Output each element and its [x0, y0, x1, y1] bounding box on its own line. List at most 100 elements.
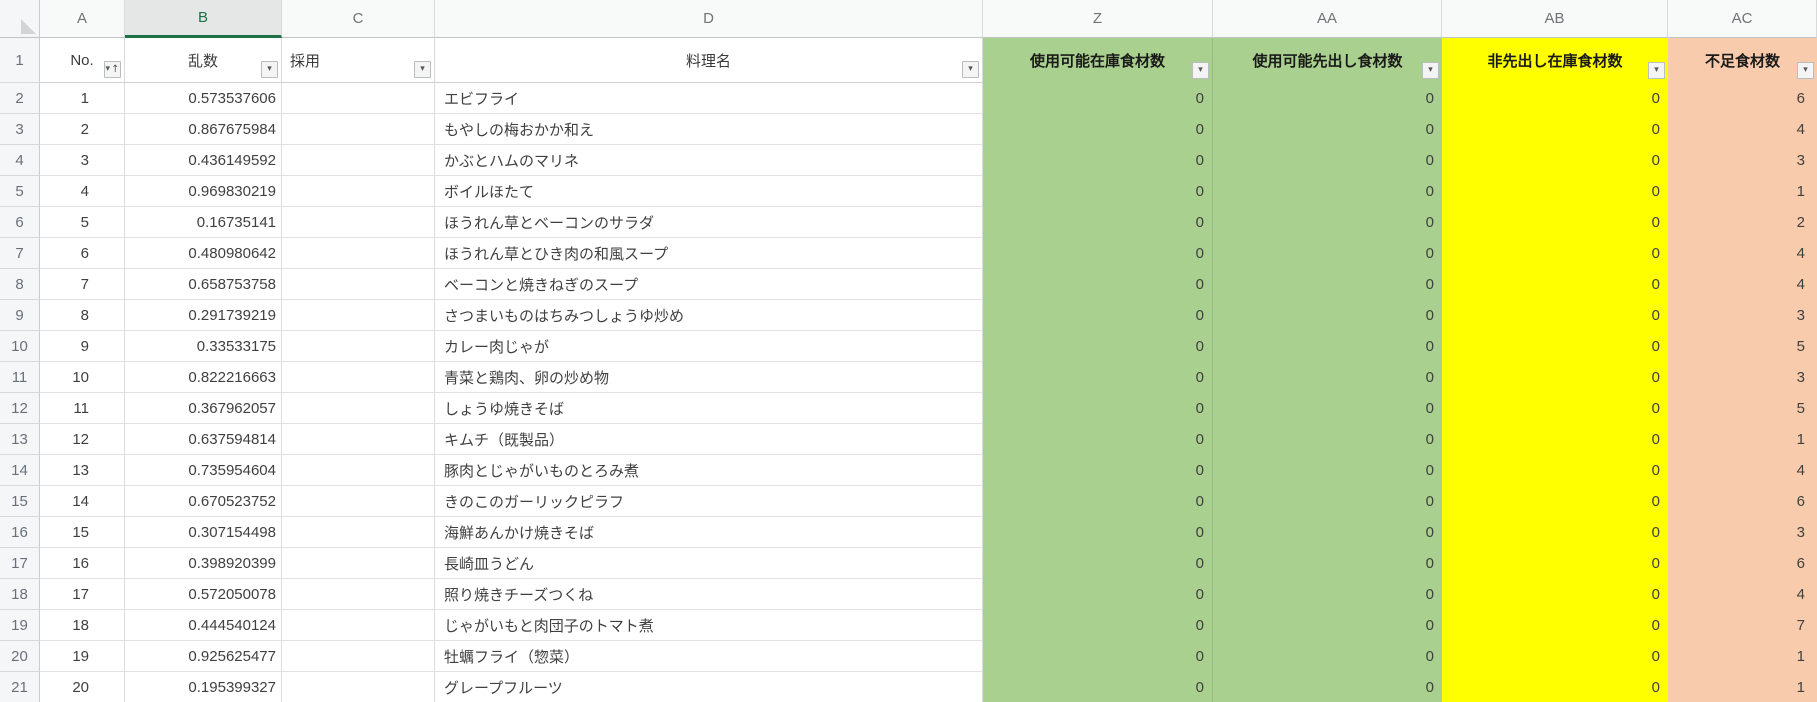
- cell-Z9[interactable]: 0: [983, 300, 1213, 331]
- cell-D19[interactable]: じゃがいもと肉団子のトマト煮: [435, 610, 983, 641]
- cell-AB5[interactable]: 0: [1442, 176, 1668, 207]
- cell-AC11[interactable]: 3: [1668, 362, 1817, 393]
- cell-AC16[interactable]: 3: [1668, 517, 1817, 548]
- cell-Z10[interactable]: 0: [983, 331, 1213, 362]
- cell-AB17[interactable]: 0: [1442, 548, 1668, 579]
- cell-A7[interactable]: 6: [40, 238, 125, 269]
- cell-D21[interactable]: グレープフルーツ: [435, 672, 983, 702]
- cell-AB9[interactable]: 0: [1442, 300, 1668, 331]
- cell-B3[interactable]: 0.867675984: [125, 114, 282, 145]
- filter-button-usable-firstout[interactable]: ▾: [1422, 62, 1439, 79]
- cell-AA17[interactable]: 0: [1213, 548, 1442, 579]
- cell-AC8[interactable]: 4: [1668, 269, 1817, 300]
- cell-AC19[interactable]: 7: [1668, 610, 1817, 641]
- row-header-10[interactable]: 10: [0, 331, 40, 362]
- cell-C21[interactable]: [282, 672, 435, 702]
- cell-C13[interactable]: [282, 424, 435, 455]
- cell-C7[interactable]: [282, 238, 435, 269]
- cell-AC20[interactable]: 1: [1668, 641, 1817, 672]
- cell-C12[interactable]: [282, 393, 435, 424]
- cell-B14[interactable]: 0.735954604: [125, 455, 282, 486]
- cell-B10[interactable]: 0.33533175: [125, 331, 282, 362]
- row-header-15[interactable]: 15: [0, 486, 40, 517]
- row-header-2[interactable]: 2: [0, 83, 40, 114]
- cell-AC18[interactable]: 4: [1668, 579, 1817, 610]
- filter-button-nonfirstout-stock[interactable]: ▾: [1648, 62, 1665, 79]
- cell-Z14[interactable]: 0: [983, 455, 1213, 486]
- cell-A6[interactable]: 5: [40, 207, 125, 238]
- cell-Z13[interactable]: 0: [983, 424, 1213, 455]
- header-cell-nonfirstout-stock[interactable]: 非先出し在庫食材数 ▾: [1442, 38, 1668, 83]
- cell-AB13[interactable]: 0: [1442, 424, 1668, 455]
- cell-Z16[interactable]: 0: [983, 517, 1213, 548]
- cell-AB8[interactable]: 0: [1442, 269, 1668, 300]
- cell-AC21[interactable]: 1: [1668, 672, 1817, 702]
- cell-D17[interactable]: 長崎皿うどん: [435, 548, 983, 579]
- cell-C4[interactable]: [282, 145, 435, 176]
- cell-AA12[interactable]: 0: [1213, 393, 1442, 424]
- row-header-6[interactable]: 6: [0, 207, 40, 238]
- cell-A15[interactable]: 14: [40, 486, 125, 517]
- cell-AB2[interactable]: 0: [1442, 83, 1668, 114]
- cell-C6[interactable]: [282, 207, 435, 238]
- cell-AB15[interactable]: 0: [1442, 486, 1668, 517]
- header-cell-dish[interactable]: 料理名 ▾: [435, 38, 983, 83]
- cell-A10[interactable]: 9: [40, 331, 125, 362]
- cell-B16[interactable]: 0.307154498: [125, 517, 282, 548]
- row-header-11[interactable]: 11: [0, 362, 40, 393]
- cell-C17[interactable]: [282, 548, 435, 579]
- cell-C8[interactable]: [282, 269, 435, 300]
- cell-A2[interactable]: 1: [40, 83, 125, 114]
- cell-A18[interactable]: 17: [40, 579, 125, 610]
- cell-C11[interactable]: [282, 362, 435, 393]
- cell-D7[interactable]: ほうれん草とひき肉の和風スープ: [435, 238, 983, 269]
- cell-Z8[interactable]: 0: [983, 269, 1213, 300]
- cell-A19[interactable]: 18: [40, 610, 125, 641]
- cell-C10[interactable]: [282, 331, 435, 362]
- column-header-C[interactable]: C: [282, 0, 435, 38]
- cell-A17[interactable]: 16: [40, 548, 125, 579]
- row-header-12[interactable]: 12: [0, 393, 40, 424]
- cell-AC13[interactable]: 1: [1668, 424, 1817, 455]
- row-header-5[interactable]: 5: [0, 176, 40, 207]
- cell-AB4[interactable]: 0: [1442, 145, 1668, 176]
- cell-AC14[interactable]: 4: [1668, 455, 1817, 486]
- cell-AB18[interactable]: 0: [1442, 579, 1668, 610]
- cell-Z20[interactable]: 0: [983, 641, 1213, 672]
- filter-button-random[interactable]: ▾: [261, 61, 278, 78]
- cell-AA5[interactable]: 0: [1213, 176, 1442, 207]
- cell-AA8[interactable]: 0: [1213, 269, 1442, 300]
- cell-Z12[interactable]: 0: [983, 393, 1213, 424]
- cell-AA6[interactable]: 0: [1213, 207, 1442, 238]
- cell-C2[interactable]: [282, 83, 435, 114]
- cell-Z11[interactable]: 0: [983, 362, 1213, 393]
- cell-AA15[interactable]: 0: [1213, 486, 1442, 517]
- cell-D9[interactable]: さつまいものはちみつしょうゆ炒め: [435, 300, 983, 331]
- cell-Z7[interactable]: 0: [983, 238, 1213, 269]
- cell-D6[interactable]: ほうれん草とベーコンのサラダ: [435, 207, 983, 238]
- cell-AC12[interactable]: 5: [1668, 393, 1817, 424]
- cell-AC3[interactable]: 4: [1668, 114, 1817, 145]
- cell-Z3[interactable]: 0: [983, 114, 1213, 145]
- row-header-13[interactable]: 13: [0, 424, 40, 455]
- cell-AC7[interactable]: 4: [1668, 238, 1817, 269]
- cell-AB19[interactable]: 0: [1442, 610, 1668, 641]
- cell-C14[interactable]: [282, 455, 435, 486]
- cell-B19[interactable]: 0.444540124: [125, 610, 282, 641]
- column-header-AA[interactable]: AA: [1213, 0, 1442, 38]
- cell-AB10[interactable]: 0: [1442, 331, 1668, 362]
- cell-B9[interactable]: 0.291739219: [125, 300, 282, 331]
- column-header-Z[interactable]: Z: [983, 0, 1213, 38]
- cell-AB7[interactable]: 0: [1442, 238, 1668, 269]
- cell-D3[interactable]: もやしの梅おかか和え: [435, 114, 983, 145]
- cell-AA21[interactable]: 0: [1213, 672, 1442, 702]
- cell-D5[interactable]: ボイルほたて: [435, 176, 983, 207]
- cell-A9[interactable]: 8: [40, 300, 125, 331]
- header-cell-no[interactable]: No. ▾ ↑: [40, 38, 125, 83]
- cell-D15[interactable]: きのこのガーリックピラフ: [435, 486, 983, 517]
- header-cell-usable-firstout[interactable]: 使用可能先出し食材数 ▾: [1213, 38, 1442, 83]
- row-header-8[interactable]: 8: [0, 269, 40, 300]
- row-header-20[interactable]: 20: [0, 641, 40, 672]
- cell-AB3[interactable]: 0: [1442, 114, 1668, 145]
- cell-B12[interactable]: 0.367962057: [125, 393, 282, 424]
